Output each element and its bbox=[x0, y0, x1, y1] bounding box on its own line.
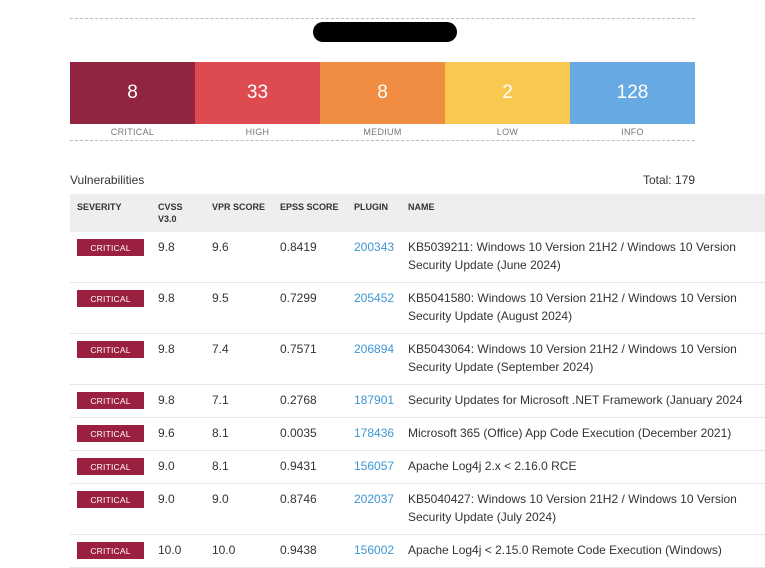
vulnerability-name-line: Security Update (September 2024) bbox=[408, 360, 594, 374]
total-count: Total: 179 bbox=[642, 173, 695, 187]
severity-label: HIGH bbox=[245, 127, 270, 137]
plugin-link[interactable]: 206894 bbox=[354, 340, 394, 358]
severity-count: 33 bbox=[246, 82, 269, 103]
column-header-plugin: PLUGIN bbox=[354, 202, 389, 212]
column-header-cvss: CVSS V3.0 bbox=[158, 201, 183, 225]
cvss-value: 9.6 bbox=[158, 426, 175, 440]
plugin-link[interactable]: 205452 bbox=[354, 289, 394, 307]
column-header-severity: SEVERITY bbox=[77, 202, 122, 212]
cvss-value: 9.8 bbox=[158, 393, 175, 407]
vpr-value: 9.5 bbox=[212, 291, 229, 305]
cvss-value: 9.8 bbox=[158, 240, 175, 254]
redacted-hostname bbox=[313, 22, 457, 42]
vulnerability-name-line: KB5039211: Windows 10 Version 21H2 / Win… bbox=[408, 240, 736, 254]
plugin-link[interactable]: 178436 bbox=[354, 424, 394, 442]
vpr-value: 10.0 bbox=[212, 543, 236, 557]
severity-badge: CRITICAL bbox=[77, 458, 144, 475]
vulnerability-name-line: KB5041580: Windows 10 Version 21H2 / Win… bbox=[408, 291, 737, 305]
epss-value: 0.8746 bbox=[280, 492, 317, 506]
plugin-link[interactable]: 200343 bbox=[354, 238, 394, 256]
severity-labels: CRITICAL HIGH MEDIUM LOW INFO bbox=[70, 127, 695, 137]
severity-count: 128 bbox=[616, 82, 649, 103]
vulnerability-name-line: KB5040427: Windows 10 Version 21H2 / Win… bbox=[408, 492, 737, 506]
vulnerability-name: Apache Log4j 2.x < 2.16.0 RCE bbox=[408, 457, 576, 475]
epss-value: 0.7571 bbox=[280, 342, 317, 356]
severity-badge: CRITICAL bbox=[77, 491, 144, 508]
cvss-value: 9.0 bbox=[158, 459, 175, 473]
cvss-value: 9.8 bbox=[158, 291, 175, 305]
vulnerability-name-line: Security Update (June 2024) bbox=[408, 258, 561, 272]
severity-critical-box: 8 bbox=[70, 62, 195, 124]
severity-badge: CRITICAL bbox=[77, 392, 144, 409]
vpr-value: 8.1 bbox=[212, 459, 229, 473]
severity-badge: CRITICAL bbox=[77, 341, 144, 358]
table-row: CRITICAL 9.6 8.1 0.0035 178436 Microsoft 365 … bbox=[70, 418, 765, 451]
cvss-value: 10.0 bbox=[158, 543, 182, 557]
plugin-link[interactable]: 202037 bbox=[354, 490, 394, 508]
severity-label: LOW bbox=[496, 127, 519, 137]
severity-high-box: 33 bbox=[195, 62, 320, 124]
summary-divider bbox=[70, 140, 695, 141]
table-row: CRITICAL 9.0 8.1 0.9431 156057 Apache Log4j 2… bbox=[70, 451, 765, 484]
severity-medium-box: 8 bbox=[320, 62, 445, 124]
severity-label: CRITICAL bbox=[110, 127, 155, 137]
epss-value: 0.9431 bbox=[280, 459, 317, 473]
epss-value: 0.9438 bbox=[280, 543, 317, 557]
vulnerability-name: Apache Log4j < 2.15.0 Remote Code Execut… bbox=[408, 541, 722, 559]
column-header-cvss-version: V3.0 bbox=[158, 214, 177, 224]
table-header: SEVERITY CVSS V3.0 VPR SCORE EPSS SCORE … bbox=[70, 194, 765, 232]
severity-info-box: 128 bbox=[570, 62, 695, 124]
vpr-value: 9.6 bbox=[212, 240, 229, 254]
vulnerability-name-line: Apache Log4j 2.x < 2.16.0 RCE bbox=[408, 459, 577, 473]
table-row: CRITICAL 9.8 9.5 0.7299 205452 KB5041580: Win… bbox=[70, 283, 765, 334]
section-title: Vulnerabilities bbox=[70, 173, 145, 187]
top-divider bbox=[70, 18, 695, 19]
severity-badge: CRITICAL bbox=[77, 542, 144, 559]
vpr-value: 8.1 bbox=[212, 426, 229, 440]
column-header-cvss-label: CVSS bbox=[158, 202, 183, 212]
table-row: CRITICAL 9.0 9.0 0.8746 202037 KB5040427: Win… bbox=[70, 484, 765, 535]
severity-count: 8 bbox=[377, 82, 388, 103]
column-header-epss: EPSS SCORE bbox=[280, 202, 339, 212]
epss-value: 0.0035 bbox=[280, 426, 317, 440]
severity-label: MEDIUM bbox=[363, 127, 402, 137]
vulnerability-name-line: Security Update (July 2024) bbox=[408, 510, 557, 524]
severity-badge: CRITICAL bbox=[77, 425, 144, 442]
vulnerability-name: KB5043064: Windows 10 Version 21H2 / Win… bbox=[408, 340, 737, 376]
vpr-value: 7.4 bbox=[212, 342, 229, 356]
vulnerability-name: KB5041580: Windows 10 Version 21H2 / Win… bbox=[408, 289, 737, 325]
table-row: CRITICAL 9.8 7.1 0.2768 187901 Security Updat… bbox=[70, 385, 765, 418]
severity-count: 8 bbox=[127, 82, 138, 103]
severity-badge: CRITICAL bbox=[77, 239, 144, 256]
severity-summary-bar: 8 33 8 2 128 bbox=[70, 62, 695, 124]
table-row: CRITICAL 9.8 7.4 0.7571 206894 KB5043064: Win… bbox=[70, 334, 765, 385]
cvss-value: 9.0 bbox=[158, 492, 175, 506]
column-header-name: NAME bbox=[408, 202, 435, 212]
severity-label: INFO bbox=[621, 127, 644, 137]
severity-low-box: 2 bbox=[445, 62, 570, 124]
table-row: CRITICAL 10.0 10.0 0.9438 156002 Apache Log4j… bbox=[70, 535, 765, 568]
vulnerability-name-line: Microsoft 365 (Office) App Code Executio… bbox=[408, 426, 732, 440]
vulnerability-name-line: Apache Log4j < 2.15.0 Remote Code Execut… bbox=[408, 543, 722, 557]
cvss-value: 9.8 bbox=[158, 342, 175, 356]
vulnerability-name: Security Updates for Microsoft .NET Fram… bbox=[408, 391, 743, 409]
vulnerability-name: Microsoft 365 (Office) App Code Executio… bbox=[408, 424, 731, 442]
epss-value: 0.2768 bbox=[280, 393, 317, 407]
vulnerability-name: KB5039211: Windows 10 Version 21H2 / Win… bbox=[408, 238, 736, 274]
vulnerability-name-line: KB5043064: Windows 10 Version 21H2 / Win… bbox=[408, 342, 737, 356]
severity-count: 2 bbox=[502, 82, 513, 103]
vpr-value: 9.0 bbox=[212, 492, 229, 506]
epss-value: 0.7299 bbox=[280, 291, 317, 305]
plugin-link[interactable]: 156002 bbox=[354, 541, 394, 559]
vulnerability-name-line: Security Updates for Microsoft .NET Fram… bbox=[408, 393, 743, 407]
table-row: CRITICAL 9.8 9.6 0.8419 200343 KB5039211: Win… bbox=[70, 232, 765, 283]
vulnerability-name-line: Security Update (August 2024) bbox=[408, 309, 573, 323]
epss-value: 0.8419 bbox=[280, 240, 317, 254]
plugin-link[interactable]: 156057 bbox=[354, 457, 394, 475]
column-header-vpr: VPR SCORE bbox=[212, 202, 266, 212]
vulnerability-name: KB5040427: Windows 10 Version 21H2 / Win… bbox=[408, 490, 737, 526]
vpr-value: 7.1 bbox=[212, 393, 229, 407]
plugin-link[interactable]: 187901 bbox=[354, 391, 394, 409]
severity-badge: CRITICAL bbox=[77, 290, 144, 307]
